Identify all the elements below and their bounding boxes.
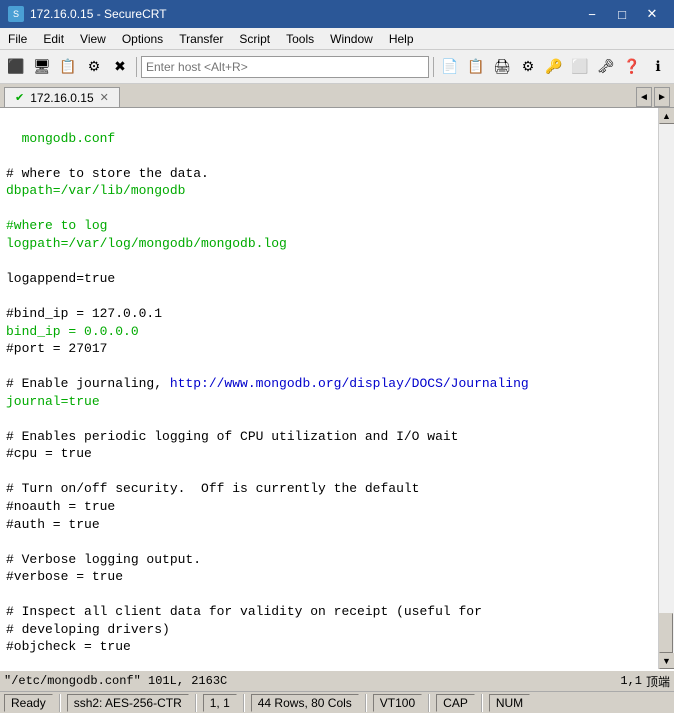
toolbar: ⬛ 🖥 📋 ⚙ ✖ 📄 📋 🖨 ⚙ 🔑 ⬜ 🗝 ❓ ℹ [0, 50, 674, 84]
ssh-info-cell: ssh2: AES-256-CTR [67, 694, 189, 712]
menu-transfer[interactable]: Transfer [171, 28, 231, 49]
maximize-button[interactable]: □ [608, 5, 636, 23]
wherelog-line: #where to log [6, 218, 107, 233]
status-row-1: "/etc/mongodb.conf" 101L, 2163C 1,1 顶端 [0, 671, 674, 692]
toolbar-sep-2 [433, 57, 434, 77]
scroll-thumb[interactable] [659, 613, 673, 653]
toolbar-btn-1[interactable]: ⬛ [4, 55, 28, 79]
scrollbar[interactable]: ▲ ▼ [658, 108, 674, 669]
file-header: mongodb.conf [6, 131, 115, 146]
status-div-3 [243, 694, 245, 712]
address-input[interactable] [141, 56, 429, 78]
toolbar-help-btn[interactable]: ❓ [620, 55, 644, 79]
file-info-text: "/etc/mongodb.conf" 101L, 2163C [4, 674, 616, 688]
tab-nav-right[interactable]: ► [654, 87, 670, 107]
toolbar-print-btn[interactable]: 🖨 [490, 55, 514, 79]
cap-cell: CAP [436, 694, 475, 712]
status-div-4 [365, 694, 367, 712]
toolbar-paste-btn[interactable]: 📋 [464, 55, 488, 79]
num-text: NUM [496, 696, 523, 710]
toolbar-btn-5[interactable]: ✖ [108, 55, 132, 79]
scroll-up-btn[interactable]: ▲ [659, 108, 674, 124]
protocol-text: VT100 [380, 696, 415, 710]
toolbar-sep-1 [136, 57, 137, 77]
ready-text: Ready [11, 696, 46, 710]
tab-navigation: ◄ ► [636, 87, 670, 107]
scroll-down-btn[interactable]: ▼ [659, 653, 674, 669]
toolbar-term-btn[interactable]: ⬜ [568, 55, 592, 79]
title-bar: S 172.16.0.15 - SecureCRT − □ ✕ [0, 0, 674, 28]
dimensions-text: 44 Rows, 80 Cols [258, 696, 352, 710]
cursor-pos-cell: 1, 1 [203, 694, 237, 712]
toolbar-copy-btn[interactable]: 📄 [438, 55, 462, 79]
toolbar-key2-btn[interactable]: 🗝 [594, 55, 618, 79]
status-row-2: Ready ssh2: AES-256-CTR 1, 1 44 Rows, 80… [0, 692, 674, 713]
tab-check-icon: ✔ [15, 91, 24, 104]
tab-close-icon[interactable]: ✕ [100, 91, 109, 104]
toolbar-btn-4[interactable]: ⚙ [82, 55, 106, 79]
menu-window[interactable]: Window [322, 28, 381, 49]
toolbar-btn-2[interactable]: 🖥 [30, 55, 54, 79]
toolbar-btn-3[interactable]: 📋 [56, 55, 80, 79]
dimensions-cell: 44 Rows, 80 Cols [251, 694, 359, 712]
close-button[interactable]: ✕ [638, 5, 666, 23]
menu-bar: File Edit View Options Transfer Script T… [0, 28, 674, 50]
toolbar-info-btn[interactable]: ℹ [646, 55, 670, 79]
cap-text: CAP [443, 696, 468, 710]
menu-tools[interactable]: Tools [278, 28, 322, 49]
status-div-1 [59, 694, 61, 712]
terminal-output[interactable]: mongodb.conf # where to store the data. … [0, 108, 658, 669]
toolbar-key-btn[interactable]: 🔑 [542, 55, 566, 79]
menu-help[interactable]: Help [381, 28, 422, 49]
terminal-wrapper: mongodb.conf # where to store the data. … [0, 108, 674, 669]
cursor-position: 1,1 [620, 674, 642, 688]
ready-cell: Ready [4, 694, 53, 712]
menu-view[interactable]: View [72, 28, 114, 49]
status-div-6 [481, 694, 483, 712]
status-div-5 [428, 694, 430, 712]
menu-options[interactable]: Options [114, 28, 171, 49]
cursor-pos-text: 1, 1 [210, 696, 230, 710]
tab-nav-left[interactable]: ◄ [636, 87, 652, 107]
app-icon: S [8, 6, 24, 22]
protocol-cell: VT100 [373, 694, 422, 712]
tab-label: 172.16.0.15 [30, 91, 93, 105]
num-cell: NUM [489, 694, 530, 712]
window-title: 172.16.0.15 - SecureCRT [30, 7, 167, 21]
menu-edit[interactable]: Edit [35, 28, 72, 49]
tab-bar: ✔ 172.16.0.15 ✕ ◄ ► [0, 84, 674, 108]
scroll-track[interactable] [659, 124, 674, 653]
journal-line: journal=true [6, 394, 100, 409]
toolbar-settings-btn[interactable]: ⚙ [516, 55, 540, 79]
menu-file[interactable]: File [0, 28, 35, 49]
menu-script[interactable]: Script [231, 28, 278, 49]
scroll-position-text: 顶端 [646, 673, 670, 690]
status-div-2 [195, 694, 197, 712]
bindip-line: bind_ip = 0.0.0.0 [6, 324, 139, 339]
dbpath-line: dbpath=/var/lib/mongodb [6, 183, 185, 198]
status-bar: "/etc/mongodb.conf" 101L, 2163C 1,1 顶端 R… [0, 669, 674, 713]
ssh-info-text: ssh2: AES-256-CTR [74, 696, 182, 710]
logpath-line: logpath=/var/log/mongodb/mongodb.log [6, 236, 287, 251]
session-tab[interactable]: ✔ 172.16.0.15 ✕ [4, 87, 120, 107]
minimize-button[interactable]: − [578, 5, 606, 23]
